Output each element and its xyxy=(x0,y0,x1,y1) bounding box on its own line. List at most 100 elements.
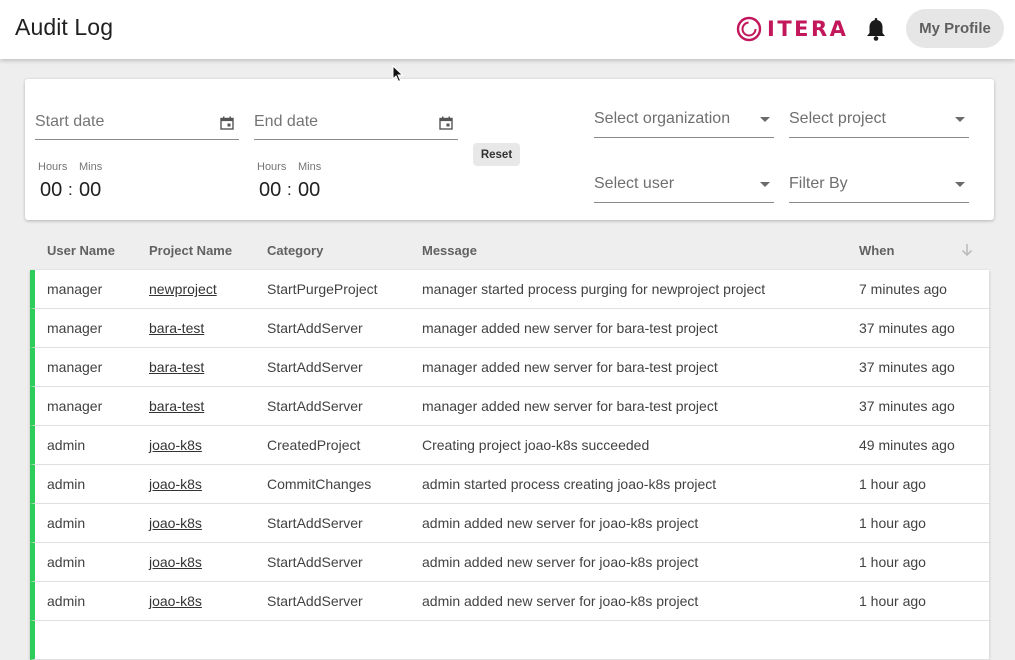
cell-when: 1 hour ago xyxy=(859,476,926,492)
cell-category: StartPurgeProject xyxy=(267,281,378,297)
cell-message: admin added new server for joao-k8s proj… xyxy=(422,515,699,531)
cell-when: 7 minutes ago xyxy=(859,281,947,297)
cell-user: manager xyxy=(47,320,103,336)
start-hours-value[interactable]: 00 xyxy=(40,179,62,202)
column-header-when[interactable]: When xyxy=(859,243,894,258)
cell-category: CreatedProject xyxy=(267,437,361,453)
itera-logo-icon xyxy=(736,16,762,42)
cell-user: admin xyxy=(47,593,86,609)
reset-button[interactable]: Reset xyxy=(473,143,520,166)
cell-message: admin started process creating joao-k8s … xyxy=(422,476,717,492)
project-link[interactable]: bara-test xyxy=(149,398,204,414)
filter-by-placeholder: Filter By xyxy=(789,175,848,192)
table-row[interactable]: manager bara-test StartAddServer manager… xyxy=(30,348,989,387)
cell-user: admin xyxy=(47,515,86,531)
cell-message: admin added new server for joao-k8s proj… xyxy=(422,554,699,570)
end-mins-value[interactable]: 00 xyxy=(298,179,320,202)
cell-message: manager added new server for bara-test p… xyxy=(422,359,718,375)
cell-when: 1 hour ago xyxy=(859,554,926,570)
cell-category: StartAddServer xyxy=(267,593,363,609)
cell-message: admin added new server for joao-k8s proj… xyxy=(422,593,699,609)
project-placeholder: Select project xyxy=(789,110,886,127)
table-row[interactable]: admin joao-k8s CommitChanges admin start… xyxy=(30,465,989,504)
start-date-placeholder: Start date xyxy=(35,113,105,130)
cell-category: StartAddServer xyxy=(267,398,363,414)
cell-category: StartAddServer xyxy=(267,320,363,336)
start-date-field[interactable]: Start date xyxy=(35,101,239,140)
organization-select[interactable]: Select organization xyxy=(594,99,774,138)
cell-message: manager started process purging for newp… xyxy=(422,281,766,297)
logo-text: ITERA xyxy=(767,17,849,41)
notifications-bell-icon[interactable] xyxy=(864,17,888,43)
cell-user: manager xyxy=(47,359,103,375)
project-link[interactable]: bara-test xyxy=(149,359,204,375)
table-row[interactable]: manager bara-test StartAddServer manager… xyxy=(30,387,989,426)
cell-when: 37 minutes ago xyxy=(859,320,955,336)
mouse-cursor-icon xyxy=(392,65,404,83)
table-header: User Name Project Name Category Message … xyxy=(30,231,989,269)
project-link[interactable]: bara-test xyxy=(149,320,204,336)
mins-label: Mins xyxy=(298,161,322,173)
itera-logo[interactable]: ITERA xyxy=(736,16,848,42)
start-mins-value[interactable]: 00 xyxy=(79,179,101,202)
project-link[interactable]: joao-k8s xyxy=(149,554,202,570)
cell-category: StartAddServer xyxy=(267,359,363,375)
project-link[interactable]: joao-k8s xyxy=(149,437,202,453)
dropdown-arrow-icon xyxy=(955,117,965,122)
mins-label: Mins xyxy=(79,161,103,173)
cell-when: 37 minutes ago xyxy=(859,359,955,375)
cell-category: StartAddServer xyxy=(267,554,363,570)
time-separator: : xyxy=(287,180,292,199)
my-profile-button[interactable]: My Profile xyxy=(906,9,1004,48)
hours-label: Hours xyxy=(38,161,68,173)
cell-category: CommitChanges xyxy=(267,476,372,492)
cell-when: 49 minutes ago xyxy=(859,437,955,453)
project-link[interactable]: joao-k8s xyxy=(149,515,202,531)
project-link[interactable]: joao-k8s xyxy=(149,476,202,492)
audit-log-table: manager newproject StartPurgeProject man… xyxy=(30,270,989,660)
table-row[interactable] xyxy=(30,621,989,660)
filter-panel: Start date End date Hours Mins 00 : 00 H… xyxy=(25,79,994,220)
calendar-icon[interactable] xyxy=(220,116,234,130)
end-hours-value[interactable]: 00 xyxy=(259,179,281,202)
project-link[interactable]: joao-k8s xyxy=(149,593,202,609)
column-header-category[interactable]: Category xyxy=(267,243,323,258)
cell-message: manager added new server for bara-test p… xyxy=(422,398,718,414)
cell-user: admin xyxy=(47,554,86,570)
user-select[interactable]: Select user xyxy=(594,164,774,203)
cell-user: manager xyxy=(47,398,103,414)
app-bar: Audit Log ITERA My Profile xyxy=(0,0,1015,59)
dropdown-arrow-icon xyxy=(955,182,965,187)
cell-when: 37 minutes ago xyxy=(859,398,955,414)
end-date-field[interactable]: End date xyxy=(254,101,458,140)
cell-category: StartAddServer xyxy=(267,515,363,531)
project-select[interactable]: Select project xyxy=(789,99,969,138)
dropdown-arrow-icon xyxy=(760,182,770,187)
column-header-user-name[interactable]: User Name xyxy=(47,243,115,258)
project-link[interactable]: newproject xyxy=(149,281,217,297)
hours-label: Hours xyxy=(257,161,287,173)
cell-when: 1 hour ago xyxy=(859,515,926,531)
table-row[interactable]: admin joao-k8s StartAddServer admin adde… xyxy=(30,543,989,582)
user-placeholder: Select user xyxy=(594,175,675,192)
cell-when: 1 hour ago xyxy=(859,593,926,609)
column-header-message[interactable]: Message xyxy=(422,243,477,258)
cell-message: manager added new server for bara-test p… xyxy=(422,320,718,336)
table-row[interactable]: manager newproject StartPurgeProject man… xyxy=(30,270,989,309)
filter-by-select[interactable]: Filter By xyxy=(789,164,969,203)
calendar-icon[interactable] xyxy=(439,116,453,130)
table-row[interactable]: admin joao-k8s CreatedProject Creating p… xyxy=(30,426,989,465)
cell-user: admin xyxy=(47,476,86,492)
time-separator: : xyxy=(68,180,73,199)
table-row[interactable]: admin joao-k8s StartAddServer admin adde… xyxy=(30,504,989,543)
page-title: Audit Log xyxy=(15,14,114,40)
cell-user: manager xyxy=(47,281,103,297)
table-row[interactable]: admin joao-k8s StartAddServer admin adde… xyxy=(30,582,989,621)
dropdown-arrow-icon xyxy=(760,117,770,122)
sort-descending-icon[interactable] xyxy=(960,243,974,257)
column-header-project-name[interactable]: Project Name xyxy=(149,243,232,258)
cell-user: admin xyxy=(47,437,86,453)
table-row[interactable]: manager bara-test StartAddServer manager… xyxy=(30,309,989,348)
cell-message: Creating project joao-k8s succeeded xyxy=(422,437,650,453)
organization-placeholder: Select organization xyxy=(594,110,731,127)
